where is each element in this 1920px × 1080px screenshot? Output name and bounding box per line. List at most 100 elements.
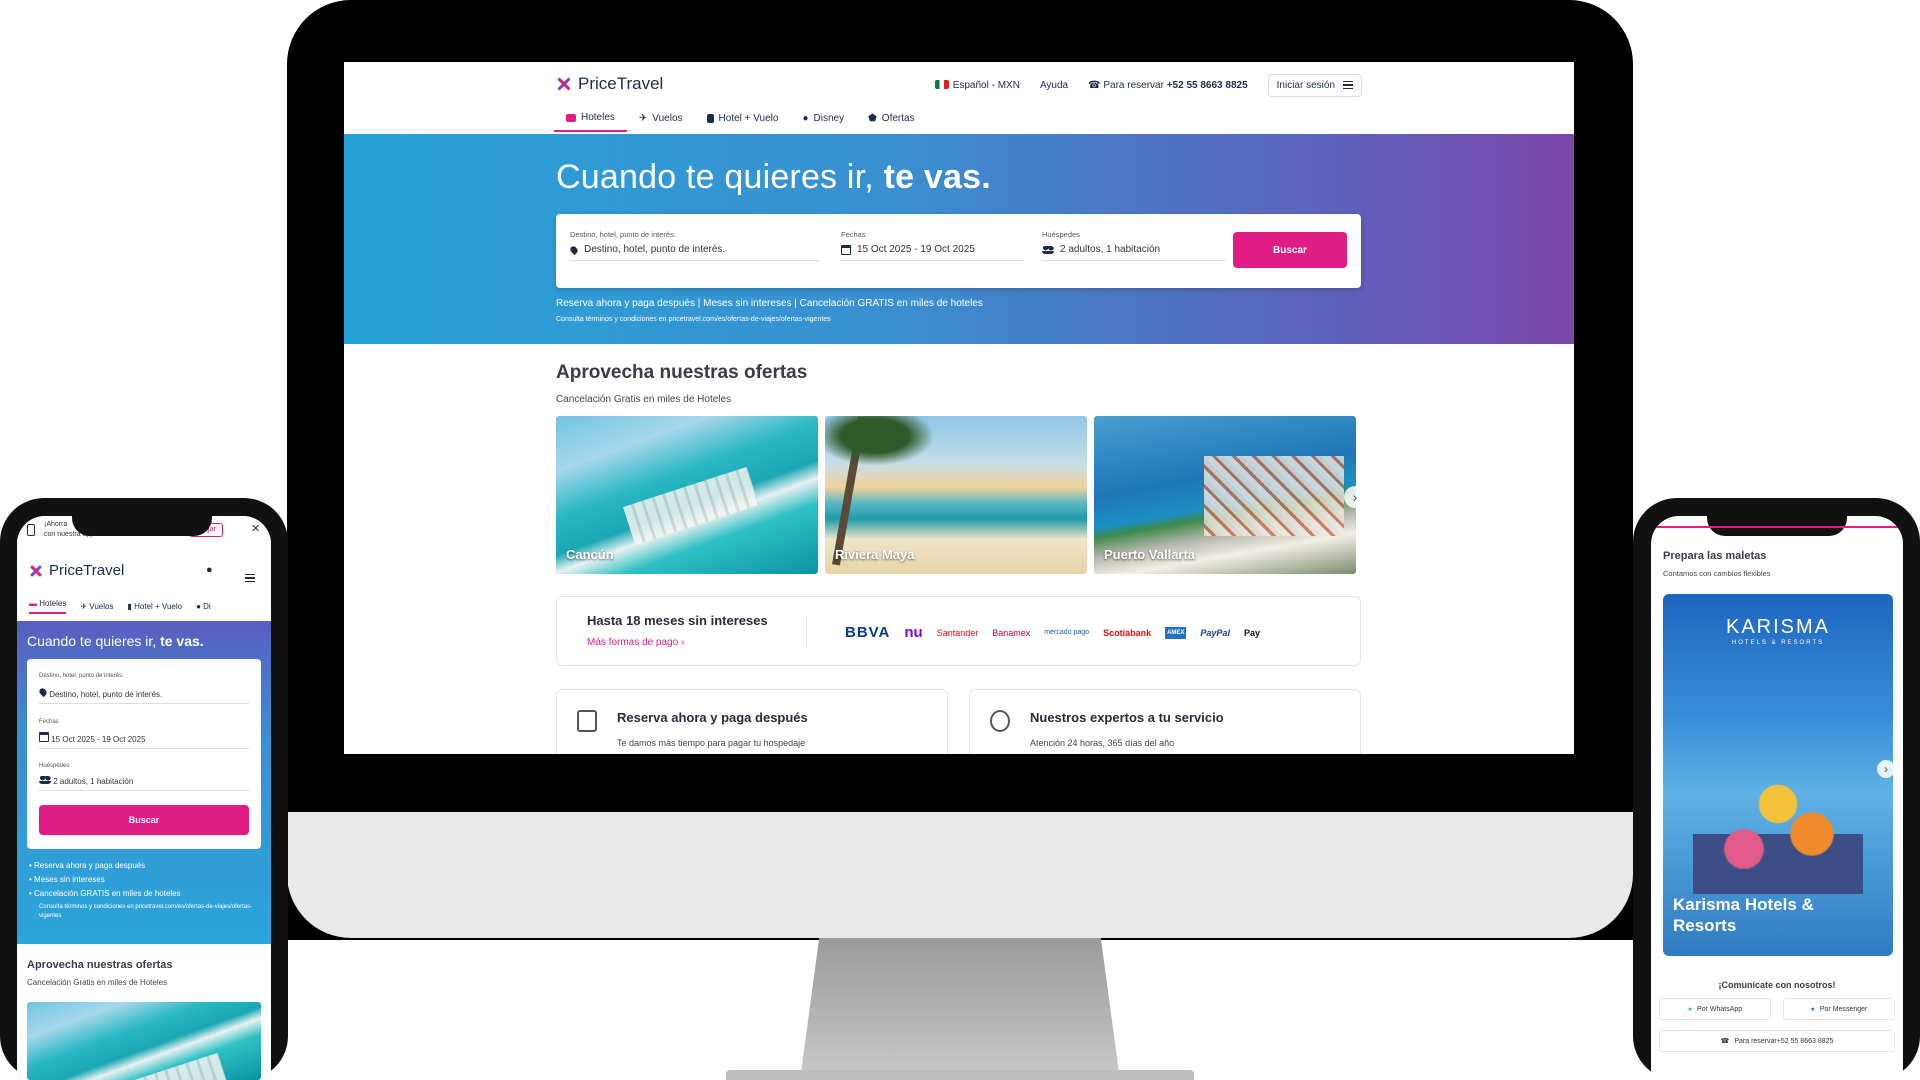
destination-input[interactable]: Destino, hotel, punto de interés. [584,244,725,255]
karisma-card[interactable]: KARISMA HOTELS & RESORTS Karisma Hotels … [1663,594,1893,956]
destination-card-puerto-vallarta[interactable]: Puerto Vallarta [1094,416,1356,574]
guests-input[interactable]: 2 adultos, 1 habitación [39,776,249,791]
menu-icon[interactable] [245,574,255,582]
mobile-hero-title: Cuando te quieres ir, te vas. [27,633,204,649]
tab-vuelos[interactable]: ✈ Vuelos [627,106,695,132]
mercado-pago-logo: mercado pago [1044,629,1090,636]
hero-banner: Cuando te quieres ir, te vas. Destino, h… [344,134,1574,344]
location-pin-icon [37,686,49,698]
monitor-stand-base [726,1070,1194,1080]
logo-x-icon [556,76,572,92]
search-box: Destino, hotel, punto de interés. Destin… [556,214,1361,288]
santander-logo: Santander [936,627,979,638]
logo[interactable]: PriceTravel [556,74,663,94]
amex-logo: AMEX [1165,626,1187,639]
people-icon [1042,245,1054,254]
mobile-tabs: ▬ Hoteles ✈ Vuelos ▮ Hotel + Vuelo ● Di [17,594,271,618]
destination-input[interactable]: Destino, hotel, punto de interés. [37,686,249,704]
reserve-phone-button[interactable]: ☎ Para reservar+52 55 8663 8825 [1659,1030,1895,1052]
plane-icon: ✈ [80,601,88,611]
location-pin-icon [568,244,580,255]
dates-field[interactable]: Fechas 15 Oct 2025 - 19 Oct 2025 [841,230,1024,261]
tab-hoteles[interactable]: ▬ Hoteles [29,599,67,614]
payment-card: Hasta 18 meses sin intereses Más formas … [556,596,1361,666]
login-button[interactable]: Iniciar sesión [1267,73,1362,97]
tab-disney[interactable]: ● Di [196,602,211,611]
guests-input[interactable]: 2 adultos, 1 habitación [1060,244,1160,255]
carousel-next-button[interactable]: › [1877,760,1895,778]
mickey-icon: ● [196,601,201,611]
waterpark-illustration [1693,744,1863,894]
monitor-chin [287,812,1633,938]
help-link[interactable]: Ayuda [1040,80,1068,91]
tab-hotel-vuelo[interactable]: ▮ Hotel + Vuelo [127,602,182,611]
luggage-icon [706,114,714,123]
logo-x-icon [29,564,43,578]
mobile-terms[interactable]: Consulta términos y condiciones en price… [39,903,254,921]
carousel-next-button[interactable]: › [1344,486,1366,508]
tab-hoteles[interactable]: Hoteles [554,106,627,132]
destination-card-riviera-maya[interactable]: Riviera Maya [825,416,1087,574]
tag-icon: ⬟ [868,113,877,124]
guests-field[interactable]: Huéspedes 2 adultos, 1 habitación [1042,230,1225,261]
search-button[interactable]: Buscar [1233,232,1347,268]
apple-pay-logo: Pay [1243,627,1260,638]
section-title: Prepara las maletas [1663,550,1767,562]
mobile-offers-subtitle: Cancelación Gratis en miles de Hoteles [27,978,168,987]
calendar-icon [841,244,851,255]
nu-logo: nu [904,624,923,641]
user-icon[interactable]: ● [206,564,213,576]
dates-input[interactable]: 15 Oct 2025 - 19 Oct 2025 [857,244,975,255]
hero-terms[interactable]: Consulta términos y condiciones en price… [556,316,831,323]
tab-disney[interactable]: ● Disney [790,106,856,132]
payment-title: Hasta 18 meses sin intereses [587,613,768,628]
banamex-logo: Banamex [992,627,1031,638]
karisma-card-title: Karisma Hotels & Resorts [1673,895,1814,935]
hero-promo: Reserva ahora y paga después | Meses sin… [556,298,983,309]
tab-hotel-vuelo[interactable]: Hotel + Vuelo [695,106,791,132]
product-tabs: Hoteles ✈ Vuelos Hotel + Vuelo ● Disney ⬟ O… [554,106,927,132]
close-icon[interactable]: ✕ [251,522,260,535]
feature-card-pay-later: Reserva ahora y paga después Te damos má… [556,689,948,754]
scotiabank-logo: Scotiabank [1103,627,1152,638]
karisma-logo: KARISMA [1725,616,1831,638]
bbva-logo: BBVA [845,624,891,641]
whatsapp-button[interactable]: ● Por WhatsApp [1659,998,1771,1020]
luggage-icon: ▮ [127,601,132,611]
contact-title: ¡Comunícate con nosotros! [1718,980,1836,990]
offers-title: Aprovecha nuestras ofertas [556,362,808,383]
headset-icon [990,710,1010,732]
payment-more-link[interactable]: Más formas de pago › [587,637,684,648]
monitor-stand [800,938,1120,1080]
menu-icon [1343,81,1353,89]
offers-subtitle: Cancelación Gratis en miles de Hoteles [556,394,732,405]
destination-field[interactable]: Destino, hotel, punto de interés. Destin… [568,230,820,261]
plane-icon: ✈ [638,113,648,124]
paypal-logo: PayPal [1200,627,1230,638]
phone-icon [27,524,35,536]
bed-icon [566,113,576,122]
mobile-offers-title: Aprovecha nuestras ofertas [27,959,173,971]
mobile-destination-card[interactable] [27,1002,261,1080]
reserve-phone[interactable]: ☎ Para reservar +52 55 8663 8825 [1088,80,1248,91]
topbar-right: Español - MXN Ayuda ☎ Para reservar +52 … [934,72,1362,98]
search-button[interactable]: Buscar [39,805,249,835]
shopping-bag-icon [577,710,597,732]
mobile-bullets: • Reserva ahora y paga después • Meses s… [29,861,181,898]
phone-notch [72,516,212,536]
top-accent-line [1651,526,1903,528]
logo[interactable]: PriceTravel [29,562,124,579]
language-selector[interactable]: Español - MXN [934,80,1020,91]
messenger-icon: ● [1810,1005,1815,1013]
logo-text: PriceTravel [578,74,664,93]
destination-card-cancun[interactable]: Cancún [556,416,818,574]
mobile-hero: Cuando te quieres ir, te vas. Destino, h… [17,621,271,944]
dates-input[interactable]: 15 Oct 2025 - 19 Oct 2025 [39,732,249,749]
divider [806,615,807,649]
right-phone-screen: Prepara las maletas Contamos con cambios… [1651,516,1903,1080]
hero-title: Cuando te quieres ir, te vas. [556,158,991,196]
tab-vuelos[interactable]: ✈ Vuelos [80,602,113,611]
messenger-button[interactable]: ● Por Messenger [1783,998,1895,1020]
desktop-header: PriceTravel Español - MXN Ayuda ☎ Para r… [344,62,1574,134]
tab-ofertas[interactable]: ⬟ Ofertas [856,106,927,132]
